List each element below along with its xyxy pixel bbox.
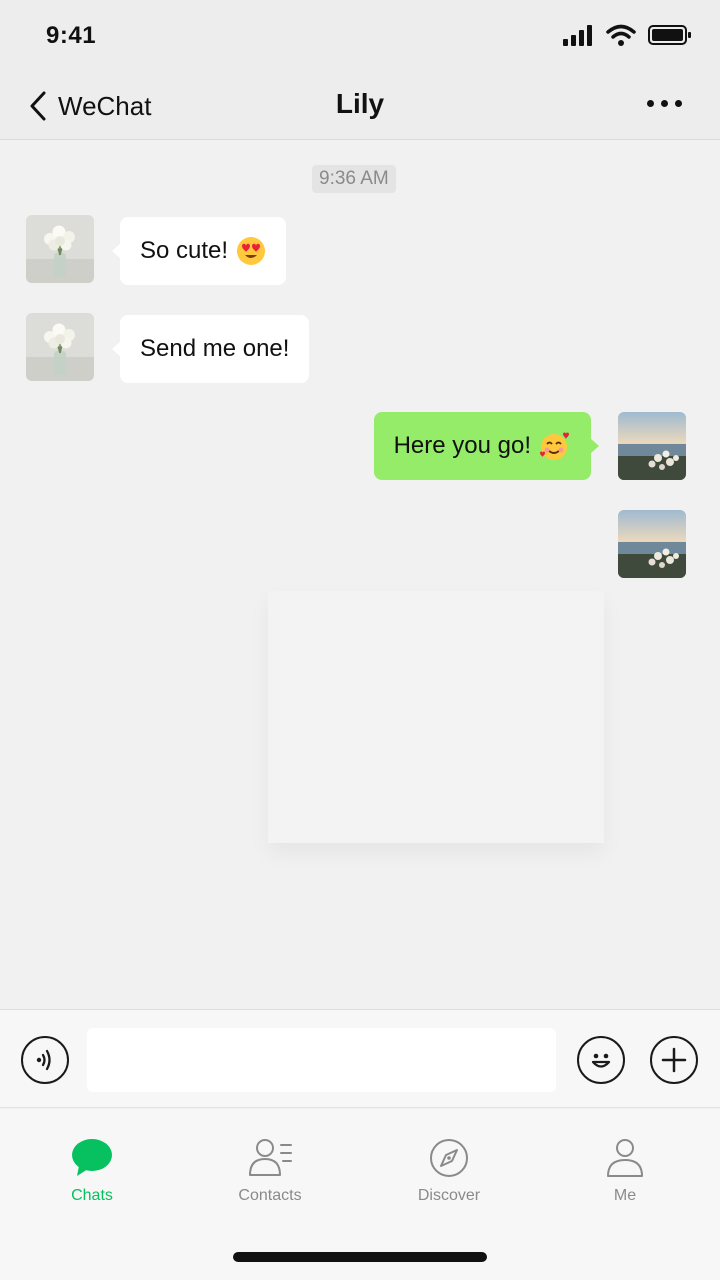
- nav-bar: WeChat Lily: [0, 72, 720, 140]
- tab-chats[interactable]: Chats: [32, 1135, 152, 1205]
- seaside-flowers-avatar-icon: [618, 510, 686, 578]
- tab-me[interactable]: Me: [565, 1135, 685, 1205]
- contact-avatar[interactable]: [26, 313, 94, 381]
- smiling-face-with-hearts-emoji-icon: [540, 432, 569, 460]
- more-dot-icon: [661, 100, 668, 107]
- chat-title: Lily: [335, 88, 385, 119]
- home-indicator[interactable]: [233, 1252, 487, 1262]
- incoming-message-bubble[interactable]: Send me one!: [111, 315, 310, 383]
- input-bar: [0, 1009, 720, 1108]
- flower-vase-avatar-icon: [26, 215, 94, 283]
- tab-label: Contacts: [238, 1187, 302, 1204]
- message-text: Here you go!: [393, 432, 531, 459]
- message-text: Send me one!: [140, 335, 290, 362]
- blank-message-placeholder: [268, 591, 604, 843]
- message-input[interactable]: [87, 1028, 556, 1092]
- my-avatar[interactable]: [618, 510, 686, 578]
- compass-icon: [430, 1139, 468, 1177]
- status-bar: 9:41: [0, 0, 720, 72]
- tab-label: Discover: [417, 1187, 481, 1204]
- heart-eyes-emoji-icon: [237, 237, 266, 265]
- outgoing-message-bubble[interactable]: Here you go!: [373, 412, 600, 480]
- more-functions-button[interactable]: [650, 1036, 698, 1084]
- voice-input-button[interactable]: [21, 1036, 69, 1084]
- status-icons: [562, 24, 692, 46]
- more-dot-icon: [647, 100, 654, 107]
- message-timestamp: 9:36 AM: [312, 165, 396, 193]
- status-time: 9:41: [46, 22, 97, 49]
- contacts-icon: [249, 1139, 292, 1176]
- flower-vase-avatar-icon: [26, 313, 94, 381]
- contact-avatar[interactable]: [26, 215, 94, 283]
- tab-label: Me: [613, 1187, 637, 1204]
- tab-label: Chats: [71, 1187, 113, 1204]
- wifi-icon: [606, 24, 636, 46]
- plus-icon: [661, 1047, 687, 1073]
- cellular-signal-icon: [563, 25, 592, 46]
- voice-icon: [36, 1049, 51, 1071]
- tab-discover[interactable]: Discover: [389, 1135, 509, 1205]
- more-dot-icon: [675, 100, 682, 107]
- chat-bubble-icon: [72, 1139, 112, 1176]
- smiley-face-icon: [591, 1053, 611, 1068]
- emoji-button[interactable]: [577, 1036, 625, 1084]
- tab-contacts[interactable]: Contacts: [210, 1135, 330, 1205]
- seaside-flowers-avatar-icon: [618, 412, 686, 480]
- my-avatar[interactable]: [618, 412, 686, 480]
- battery-icon: [648, 25, 691, 45]
- chat-area[interactable]: 9:36 AM So cute! Send me one! Here you g…: [0, 141, 720, 1009]
- more-options-button[interactable]: [647, 100, 682, 107]
- message-text: So cute!: [140, 237, 229, 264]
- incoming-message-bubble[interactable]: So cute!: [111, 217, 287, 285]
- person-icon: [607, 1139, 643, 1177]
